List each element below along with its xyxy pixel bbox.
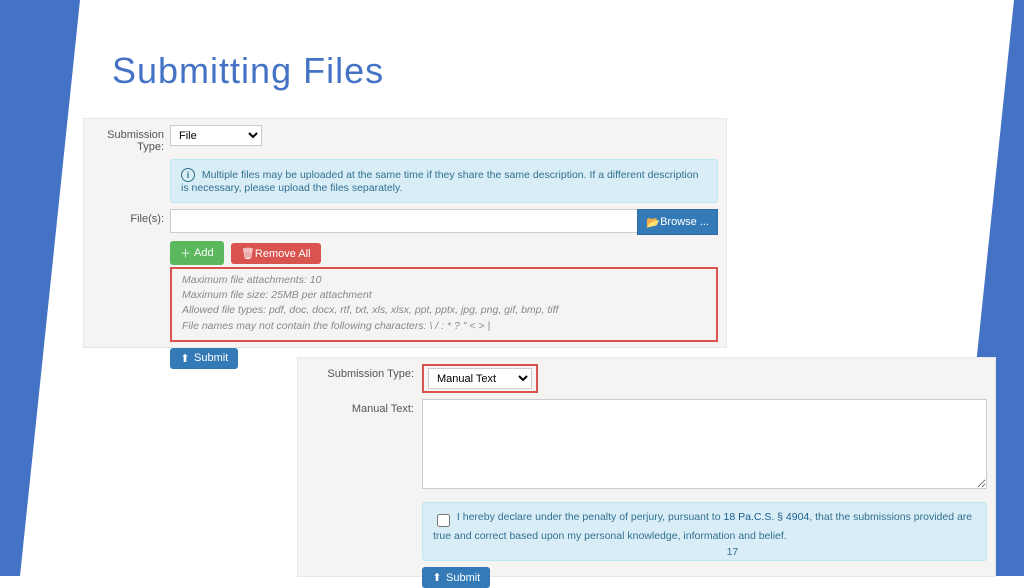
statute-link[interactable]: 18 Pa.C.S. § 4904	[723, 511, 809, 523]
hint-bad-chars: File names may not contain the following…	[182, 319, 706, 334]
declaration-checkbox[interactable]	[437, 514, 450, 527]
info-icon: i	[181, 168, 195, 182]
slide-stripe-left	[0, 0, 90, 576]
submit-button-manual[interactable]: ⬆ Submit	[422, 567, 490, 588]
label-files: File(s):	[92, 209, 170, 225]
declaration-box: I hereby declare under the penalty of pe…	[422, 502, 987, 561]
upload-icon: ⬆	[180, 352, 190, 365]
label-submission-type-2: Submission Type:	[306, 364, 422, 380]
label-manual-text: Manual Text:	[306, 399, 422, 415]
submission-type-select[interactable]: File	[170, 125, 262, 146]
trash-icon: 🗑	[241, 247, 251, 260]
submission-type-select-2[interactable]: Manual Text	[428, 368, 532, 389]
upload-icon: ⬆	[432, 571, 442, 584]
remove-all-button[interactable]: 🗑 Remove All	[231, 243, 321, 264]
info-alert: i Multiple files may be uploaded at the …	[170, 159, 718, 203]
manual-text-textarea[interactable]	[422, 399, 987, 489]
label-submission-type: Submission Type:	[92, 125, 170, 153]
file-hints-box: Maximum file attachments: 10 Maximum fil…	[170, 267, 718, 342]
plus-icon: ＋	[180, 245, 190, 261]
hint-max-size: Maximum file size: 25MB per attachment	[182, 288, 706, 303]
info-text: Multiple files may be uploaded at the sa…	[181, 169, 698, 194]
page-number: 17	[727, 546, 739, 558]
declaration-text: I hereby declare under the penalty of pe…	[433, 511, 972, 542]
browse-button[interactable]: 📂 Browse ...	[637, 209, 718, 235]
folder-open-icon: 📂	[646, 216, 656, 229]
submit-button-files[interactable]: ⬆ Submit	[170, 348, 238, 369]
file-path-input[interactable]	[170, 209, 637, 233]
hint-max-attachments: Maximum file attachments: 10	[182, 273, 706, 288]
file-submission-panel: Submission Type: File i Multiple files m…	[83, 118, 727, 348]
submission-type-highlight: Manual Text	[422, 364, 538, 393]
hint-allowed-types: Allowed file types: pdf, doc, docx, rtf,…	[182, 303, 706, 318]
add-button[interactable]: ＋ Add	[170, 241, 224, 265]
manual-text-panel: Submission Type: Manual Text Manual Text…	[297, 357, 996, 577]
slide-title: Submitting Files	[112, 50, 384, 92]
